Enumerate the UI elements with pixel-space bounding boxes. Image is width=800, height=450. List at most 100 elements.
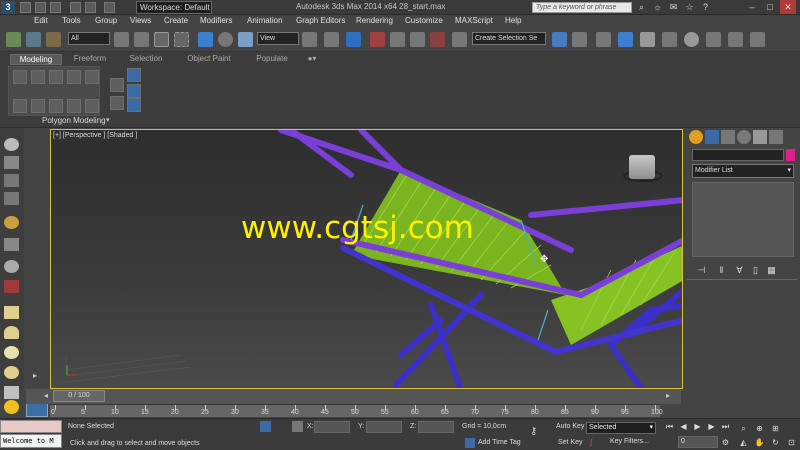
menu-maxscript[interactable]: MAXScript: [455, 16, 493, 25]
selection-filter-select[interactable]: All: [68, 32, 110, 45]
ribbon-tool-icon[interactable]: [31, 70, 45, 84]
chair-model[interactable]: [51, 130, 683, 389]
add-time-tag-button[interactable]: Add Time Tag: [478, 439, 521, 446]
ribbon-tab-freeform[interactable]: Freeform: [72, 54, 108, 65]
utilities-tab-icon[interactable]: [769, 130, 783, 144]
save-file-icon[interactable]: [50, 2, 61, 13]
configure-modifier-sets-icon[interactable]: ▦: [765, 264, 778, 276]
mirror-icon[interactable]: [552, 32, 567, 47]
select-and-move-icon[interactable]: [198, 32, 213, 47]
auto-key-button[interactable]: Auto Key: [556, 423, 584, 430]
ribbon-tool-icon[interactable]: [49, 70, 63, 84]
camera-icon[interactable]: [4, 238, 19, 251]
pivot-point-center-icon[interactable]: [302, 32, 317, 47]
key-filters-button[interactable]: Key Filters...: [610, 438, 649, 445]
maximize-viewport-icon[interactable]: ⊡: [786, 437, 797, 448]
sun-icon[interactable]: [4, 400, 19, 414]
edit-named-selection-icon[interactable]: [452, 32, 467, 47]
ribbon-side-icon[interactable]: [127, 98, 141, 112]
go-to-start-icon[interactable]: ⏮: [664, 421, 675, 432]
rectangular-selection-icon[interactable]: [154, 32, 169, 47]
ribbon-side-icon[interactable]: [127, 68, 141, 82]
prev-frame-arrow-icon[interactable]: ◂: [44, 391, 48, 400]
object-color-swatch[interactable]: [786, 149, 795, 161]
angle-snap-icon[interactable]: [390, 32, 405, 47]
box-icon[interactable]: [4, 306, 19, 319]
maxscript-listener-top[interactable]: [0, 420, 62, 433]
select-and-manipulate-icon[interactable]: [324, 32, 339, 47]
project-folder-icon[interactable]: [104, 2, 115, 13]
viewcube-icon[interactable]: [629, 155, 655, 179]
time-slider-thumb[interactable]: 0 / 100: [53, 390, 105, 402]
teapot-primitive-icon[interactable]: [4, 366, 19, 379]
light-icon[interactable]: [4, 216, 19, 229]
menu-graph-editors[interactable]: Graph Editors: [296, 16, 345, 25]
sphere-icon[interactable]: [4, 326, 19, 339]
ribbon-tool-icon[interactable]: [13, 99, 27, 113]
key-selection-select[interactable]: Selected ▾: [586, 422, 656, 434]
track-bar[interactable]: 0 5 10 15 20 25 30 35 40 45 50 55 60 65 70 75 80 85 90 95 10…: [50, 404, 663, 417]
modify-tab-icon[interactable]: [705, 130, 719, 144]
close-button[interactable]: ✕: [780, 0, 796, 14]
select-by-name-icon[interactable]: [134, 32, 149, 47]
make-unique-icon[interactable]: ∀: [733, 264, 746, 276]
show-end-result-icon[interactable]: ‖: [715, 264, 728, 276]
ribbon-tool-icon[interactable]: [67, 99, 81, 113]
ribbon-tab-selection[interactable]: Selection: [128, 54, 164, 65]
unlink-selection-icon[interactable]: [26, 32, 41, 47]
render-production-icon[interactable]: [750, 32, 765, 47]
expand-arrow-icon[interactable]: ▸: [33, 371, 43, 381]
menu-tools[interactable]: Tools: [62, 16, 81, 25]
ribbon-tool-icon[interactable]: [85, 70, 99, 84]
set-key-button[interactable]: Set Key: [558, 439, 583, 446]
current-frame-field[interactable]: 0: [678, 436, 718, 448]
ribbon-options-icon[interactable]: ●▾: [302, 54, 322, 65]
menu-rendering[interactable]: Rendering: [356, 16, 393, 25]
undo-icon[interactable]: [70, 2, 81, 13]
menu-views[interactable]: Views: [130, 16, 151, 25]
percent-snap-icon[interactable]: [410, 32, 425, 47]
redo-icon[interactable]: [85, 2, 96, 13]
hierarchy-tab-icon[interactable]: [721, 130, 735, 144]
absolute-mode-icon[interactable]: [292, 421, 303, 432]
toggle-ribbon-icon[interactable]: [618, 32, 633, 47]
object-name-field[interactable]: [692, 149, 784, 161]
rendered-frame-window-icon[interactable]: [728, 32, 743, 47]
layer-explorer-icon[interactable]: [596, 32, 611, 47]
material-editor-icon[interactable]: [684, 32, 699, 47]
geosphere-icon[interactable]: [4, 346, 19, 359]
z-coordinate-field[interactable]: [418, 421, 454, 433]
layer-icon[interactable]: [4, 174, 19, 187]
select-and-rotate-icon[interactable]: [218, 32, 233, 47]
menu-edit[interactable]: Edit: [34, 16, 48, 25]
play-icon[interactable]: ▶: [692, 421, 703, 432]
ribbon-side-icon[interactable]: [127, 84, 141, 98]
spinner-snap-icon[interactable]: [430, 32, 445, 47]
menu-modifiers[interactable]: Modifiers: [200, 16, 232, 25]
ribbon-tab-object-paint[interactable]: Object Paint: [186, 54, 232, 65]
maximize-button[interactable]: □: [762, 0, 778, 14]
ribbon-tool-icon[interactable]: [49, 99, 63, 113]
teapot-icon[interactable]: [4, 138, 19, 151]
ribbon-tab-modeling[interactable]: Modeling: [10, 54, 62, 65]
subscription-icon[interactable]: ☼: [652, 2, 663, 13]
select-and-scale-icon[interactable]: [238, 32, 253, 47]
next-frame-icon[interactable]: ▶: [706, 421, 717, 432]
help-icon[interactable]: ?: [700, 2, 711, 13]
binoculars-icon[interactable]: ⌕: [636, 2, 647, 13]
helper-icon[interactable]: [4, 260, 19, 273]
selection-lock-icon[interactable]: [260, 421, 271, 432]
previous-frame-icon[interactable]: ◀: [678, 421, 689, 432]
ribbon-tool-icon[interactable]: [31, 99, 45, 113]
pan-view-icon[interactable]: ✋: [754, 437, 765, 448]
menu-group[interactable]: Group: [95, 16, 117, 25]
motion-tab-icon[interactable]: [737, 130, 751, 144]
curve-editor-icon[interactable]: [640, 32, 655, 47]
time-slider-track[interactable]: 0 / 100 ◂ ▸: [26, 389, 681, 404]
pin-stack-icon[interactable]: ⊣: [695, 264, 708, 276]
y-coordinate-field[interactable]: [366, 421, 402, 433]
ribbon-side-icon[interactable]: [110, 96, 124, 110]
time-configuration-icon[interactable]: ⚙: [720, 437, 731, 448]
x-coordinate-field[interactable]: [314, 421, 350, 433]
render-setup-icon[interactable]: [706, 32, 721, 47]
